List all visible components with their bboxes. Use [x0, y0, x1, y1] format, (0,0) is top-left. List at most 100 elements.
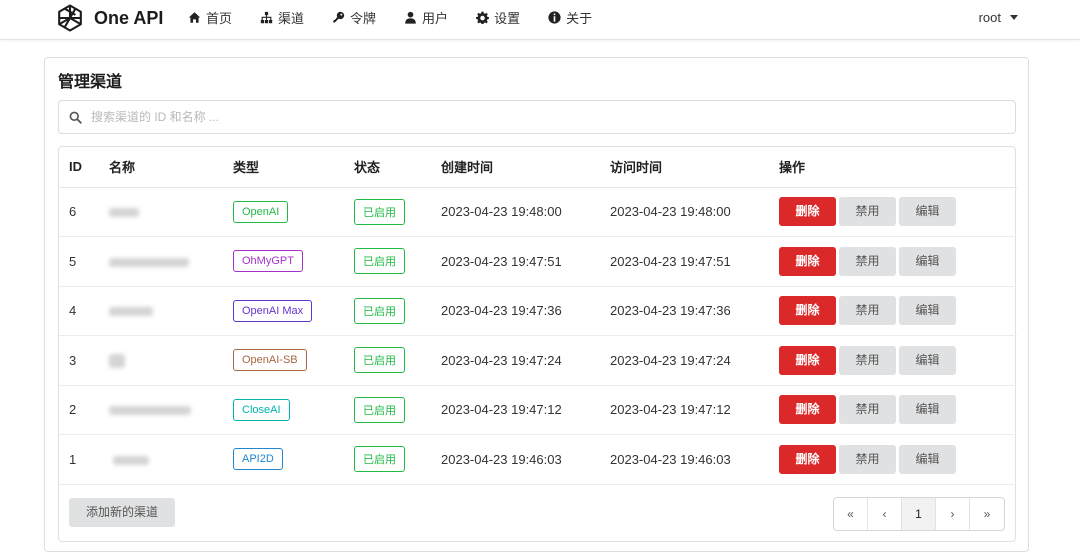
table-row: 5 OhMyGPT 已启用 2023-04-23 19:47:51 2023-0… — [59, 236, 1017, 287]
table-row: 3 OpenAI-SB 已启用 2023-04-23 19:47:24 2023… — [59, 335, 1017, 386]
user-menu[interactable]: root — [979, 0, 1018, 34]
cell-id: 6 — [59, 187, 99, 237]
cell-id: 2 — [59, 385, 99, 435]
type-badge: OpenAI — [233, 200, 289, 223]
search-icon — [69, 111, 82, 124]
table-header-row: ID 名称 类型 状态 创建时间 访问时间 操作 — [59, 147, 1017, 188]
disable-button[interactable]: 禁用 — [839, 395, 896, 425]
edit-button[interactable]: 编辑 — [899, 246, 956, 276]
disable-button[interactable]: 禁用 — [839, 296, 896, 326]
nav-item-settings[interactable]: 设置 — [476, 8, 520, 27]
user-menu-label: root — [978, 9, 1001, 25]
status-badge: 已启用 — [354, 198, 405, 225]
edit-button[interactable]: 编辑 — [899, 345, 956, 375]
col-header-name[interactable]: 名称 — [99, 147, 223, 188]
main-nav: 首页 渠道 令牌 用户 设置 关于 — [188, 0, 620, 34]
status-badge: 已启用 — [354, 297, 405, 324]
cell-accessed-time: 2023-04-23 19:48:00 — [600, 187, 769, 237]
nav-label-about: 关于 — [566, 10, 593, 26]
cell-accessed-time: 2023-04-23 19:47:24 — [600, 335, 769, 386]
user-icon — [405, 11, 416, 24]
edit-button[interactable]: 编辑 — [899, 197, 956, 227]
pagination: « ‹ 1 › » — [833, 497, 1005, 531]
channels-table: ID 名称 类型 状态 创建时间 访问时间 操作 6 OpenAI 已启用 20… — [58, 146, 1017, 542]
cell-created-time: 2023-04-23 19:46:03 — [431, 434, 600, 485]
cell-id: 1 — [59, 434, 99, 485]
nav-item-channels[interactable]: 渠道 — [260, 8, 304, 27]
status-badge: 已启用 — [354, 396, 405, 423]
type-badge: OpenAI Max — [233, 299, 313, 322]
first-page-button[interactable]: « — [834, 498, 868, 530]
edit-button[interactable]: 编辑 — [899, 296, 956, 326]
add-channel-button[interactable]: 添加新的渠道 — [69, 498, 176, 527]
brand[interactable]: One API — [54, 1, 163, 35]
delete-button[interactable]: 删除 — [779, 444, 836, 474]
cell-name-redacted — [99, 286, 223, 336]
delete-button[interactable]: 删除 — [779, 246, 836, 276]
delete-button[interactable]: 删除 — [779, 345, 836, 375]
cell-created-time: 2023-04-23 19:47:51 — [431, 236, 600, 287]
cell-created-time: 2023-04-23 19:47:24 — [431, 335, 600, 386]
nav-item-users[interactable]: 用户 — [404, 8, 448, 27]
nav-label-users: 用户 — [422, 10, 449, 26]
status-badge: 已启用 — [354, 446, 405, 473]
disable-button[interactable]: 禁用 — [839, 246, 896, 276]
col-header-type[interactable]: 类型 — [223, 147, 344, 188]
nav-item-home[interactable]: 首页 — [188, 8, 232, 27]
delete-button[interactable]: 删除 — [779, 395, 836, 425]
cell-created-time: 2023-04-23 19:47:36 — [431, 286, 600, 336]
status-badge: 已启用 — [354, 248, 405, 275]
cell-id: 5 — [59, 236, 99, 287]
table-row: 2 CloseAI 已启用 2023-04-23 19:47:12 2023-0… — [59, 385, 1017, 435]
col-header-status[interactable]: 状态 — [344, 147, 431, 188]
cell-accessed-time: 2023-04-23 19:47:51 — [600, 236, 769, 287]
brand-name: One API — [94, 7, 164, 28]
cell-id: 4 — [59, 286, 99, 336]
cell-accessed-time: 2023-04-23 19:46:03 — [600, 434, 769, 485]
cell-name-redacted — [99, 385, 223, 435]
nav-item-tokens[interactable]: 令牌 — [332, 8, 376, 27]
home-icon — [188, 11, 201, 23]
table-row: 1 API2D 已启用 2023-04-23 19:46:03 2023-04-… — [59, 434, 1017, 485]
cell-created-time: 2023-04-23 19:48:00 — [431, 187, 600, 237]
table-row: 4 OpenAI Max 已启用 2023-04-23 19:47:36 202… — [59, 286, 1017, 336]
type-badge: OhMyGPT — [233, 250, 303, 273]
table-footer: 添加新的渠道 « ‹ 1 › » — [69, 497, 1005, 531]
nav-label-channels: 渠道 — [278, 10, 305, 26]
edit-button[interactable]: 编辑 — [899, 395, 956, 425]
delete-button[interactable]: 删除 — [779, 296, 836, 326]
cell-name-redacted — [99, 335, 223, 386]
cell-name-redacted — [99, 236, 223, 287]
col-header-accessed[interactable]: 访问时间 — [600, 147, 769, 188]
prev-page-button[interactable]: ‹ — [868, 498, 902, 530]
disable-button[interactable]: 禁用 — [839, 345, 896, 375]
cell-name-redacted — [99, 187, 223, 237]
gear-icon — [476, 11, 489, 24]
type-badge: OpenAI-SB — [233, 349, 307, 372]
col-header-id[interactable]: ID — [59, 147, 99, 188]
last-page-button[interactable]: » — [970, 498, 1004, 530]
next-page-button[interactable]: › — [936, 498, 970, 530]
nav-item-about[interactable]: 关于 — [548, 8, 592, 27]
top-navbar: One API 首页 渠道 令牌 用户 设置 关于 root — [0, 0, 1080, 40]
status-badge: 已启用 — [354, 347, 405, 374]
nav-label-tokens: 令牌 — [350, 10, 377, 26]
disable-button[interactable]: 禁用 — [839, 197, 896, 227]
cell-accessed-time: 2023-04-23 19:47:12 — [600, 385, 769, 435]
cell-id: 3 — [59, 335, 99, 386]
type-badge: API2D — [233, 448, 283, 471]
cell-name-redacted — [99, 434, 223, 485]
nav-label-settings: 设置 — [494, 10, 521, 26]
edit-button[interactable]: 编辑 — [899, 444, 956, 474]
disable-button[interactable]: 禁用 — [839, 444, 896, 474]
chevron-down-icon — [1010, 14, 1018, 20]
key-icon — [333, 11, 345, 22]
info-icon — [548, 10, 561, 24]
channels-card: 管理渠道 ID 名称 类型 状态 创建时间 访问时间 操作 — [44, 57, 1029, 552]
search-input[interactable] — [91, 110, 971, 124]
page-number-button[interactable]: 1 — [902, 498, 936, 530]
delete-button[interactable]: 删除 — [779, 197, 836, 227]
search-box[interactable] — [58, 100, 1016, 134]
openai-logo-icon — [58, 4, 82, 32]
col-header-created[interactable]: 创建时间 — [431, 147, 600, 188]
